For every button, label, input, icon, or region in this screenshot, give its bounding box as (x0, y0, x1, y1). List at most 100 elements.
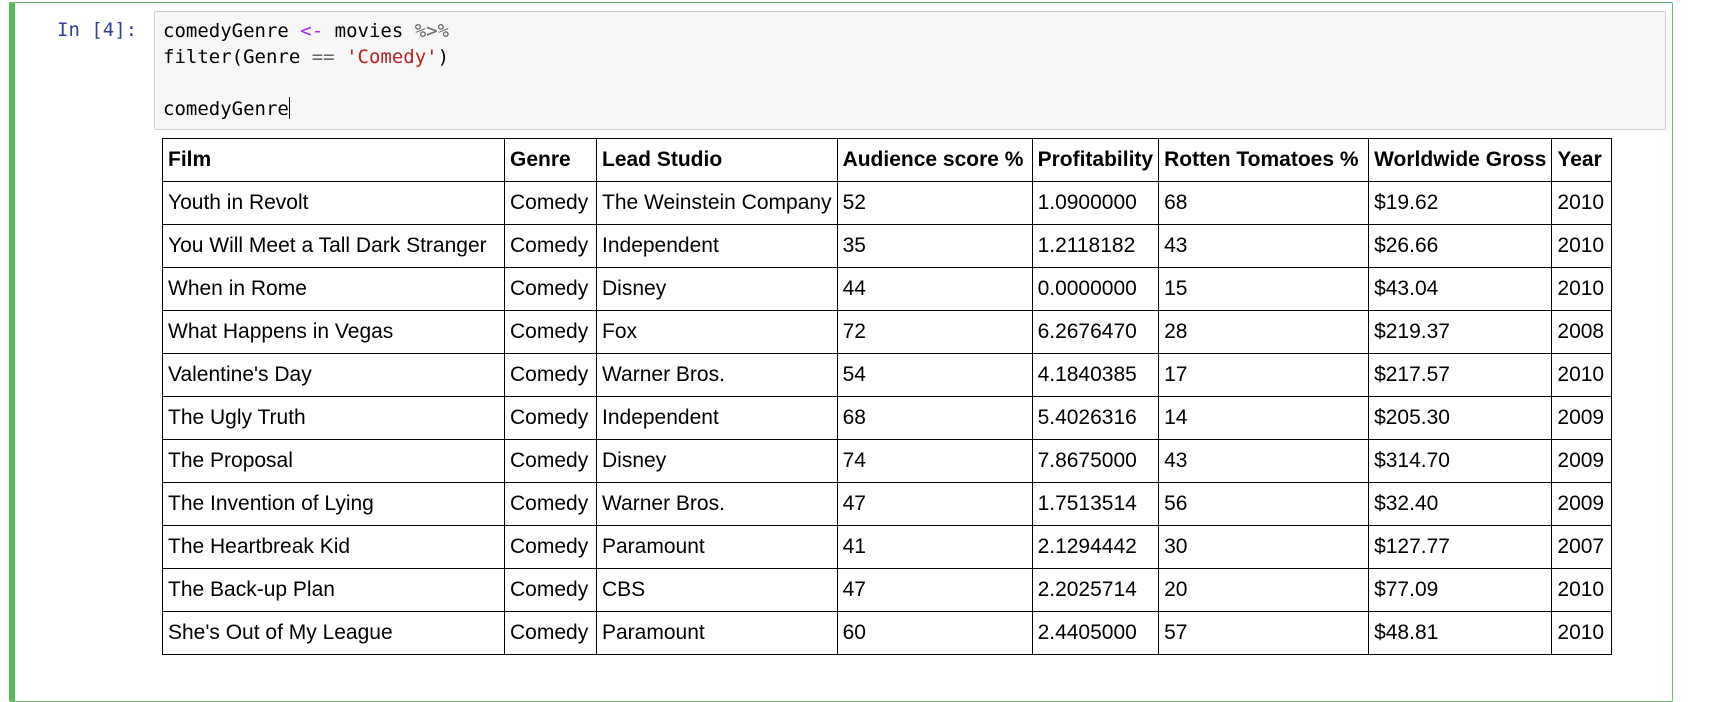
cell-rotten-tomatoes: 43 (1158, 224, 1370, 268)
result-table: Film Genre Lead Studio Audience score % … (162, 138, 1613, 655)
column-header-profitability: Profitability (1031, 138, 1160, 182)
cell-year: 2010 (1551, 568, 1613, 612)
cell-film: When in Rome (162, 267, 505, 311)
input-prompt: In [4]: (57, 19, 138, 41)
cell-profitability: 0.0000000 (1031, 267, 1160, 311)
table-row: Valentine's Day Comedy Warner Bros. 54 4.184… (162, 353, 1613, 397)
code-assign-operator: <- (300, 20, 324, 42)
cell-lead-studio: The Weinstein Company (596, 181, 838, 225)
cell-worldwide-gross: $314.70 (1368, 439, 1553, 483)
cell-profitability: 2.4405000 (1031, 611, 1160, 655)
cell-year: 2010 (1551, 224, 1613, 268)
cell-year: 2008 (1551, 310, 1613, 354)
code-string-literal: 'Comedy' (346, 46, 438, 68)
cell-lead-studio: Paramount (596, 611, 838, 655)
cell-genre: Comedy (504, 310, 597, 354)
cell-profitability: 1.2118182 (1031, 224, 1160, 268)
cell-lead-studio: Warner Bros. (596, 353, 838, 397)
code-pipe-operator: %>% (414, 20, 450, 42)
column-header-audience-score: Audience score % (836, 138, 1033, 182)
cell-worldwide-gross: $205.30 (1368, 396, 1553, 440)
cell-rotten-tomatoes: 68 (1158, 181, 1370, 225)
cell-film: What Happens in Vegas (162, 310, 505, 354)
cell-profitability: 1.0900000 (1031, 181, 1160, 225)
cell-genre: Comedy (504, 181, 597, 225)
cell-audience-score: 60 (836, 611, 1033, 655)
table-body: Youth in Revolt Comedy The Weinstein Compa… (162, 181, 1613, 655)
cell-worldwide-gross: $26.66 (1368, 224, 1553, 268)
cell-film: She's Out of My League (162, 611, 505, 655)
cell-rotten-tomatoes: 28 (1158, 310, 1370, 354)
column-header-lead-studio: Lead Studio (596, 138, 838, 182)
code-eq-operator: == (311, 46, 335, 68)
cell-genre: Comedy (504, 611, 597, 655)
cell-rotten-tomatoes: 57 (1158, 611, 1370, 655)
cell-profitability: 7.8675000 (1031, 439, 1160, 483)
cell-worldwide-gross: $127.77 (1368, 525, 1553, 569)
cell-profitability: 4.1840385 (1031, 353, 1160, 397)
cell-genre: Comedy (504, 568, 597, 612)
cell-audience-score: 68 (836, 396, 1033, 440)
cell-rotten-tomatoes: 20 (1158, 568, 1370, 612)
column-header-genre: Genre (504, 138, 597, 182)
cell-audience-score: 44 (836, 267, 1033, 311)
cell-genre: Comedy (504, 396, 597, 440)
text-cursor (288, 97, 290, 119)
code-object: movies (334, 20, 404, 42)
cell-year: 2009 (1551, 439, 1613, 483)
cell-audience-score: 74 (836, 439, 1033, 483)
column-header-worldwide-gross: Worldwide Gross (1368, 138, 1553, 182)
table-header-row: Film Genre Lead Studio Audience score % … (162, 138, 1613, 182)
table-row: What Happens in Vegas Comedy Fox 72 6.267647… (162, 310, 1613, 354)
cell-worldwide-gross: $32.40 (1368, 482, 1553, 526)
table-row: The Ugly Truth Comedy Independent 68 5.40263… (162, 396, 1613, 440)
cell-worldwide-gross: $48.81 (1368, 611, 1553, 655)
cell-audience-score: 35 (836, 224, 1033, 268)
cell-genre: Comedy (504, 353, 597, 397)
code-editor[interactable]: comedyGenre <- movies %>% filter(Genre =… (154, 11, 1666, 130)
cell-film: The Heartbreak Kid (162, 525, 505, 569)
cell-genre: Comedy (504, 482, 597, 526)
table-row: The Invention of Lying Comedy Warner Bros.… (162, 482, 1613, 526)
cell-output: Film Genre Lead Studio Audience score % … (162, 138, 1613, 655)
cell-audience-score: 52 (836, 181, 1033, 225)
code-text[interactable]: comedyGenre <- movies %>% filter(Genre =… (163, 18, 449, 122)
cell-year: 2010 (1551, 181, 1613, 225)
cell-worldwide-gross: $19.62 (1368, 181, 1553, 225)
cell-film: The Back-up Plan (162, 568, 505, 612)
cell-lead-studio: Paramount (596, 525, 838, 569)
table-row: You Will Meet a Tall Dark Stranger Comedy… (162, 224, 1613, 268)
cell-lead-studio: Disney (596, 439, 838, 483)
cell-profitability: 2.2025714 (1031, 568, 1160, 612)
cell-profitability: 1.7513514 (1031, 482, 1160, 526)
table-row: Youth in Revolt Comedy The Weinstein Compa… (162, 181, 1613, 225)
column-header-year: Year (1551, 138, 1613, 182)
table-row: She's Out of My League Comedy Paramount 60 2… (162, 611, 1613, 655)
cell-lead-studio: Independent (596, 396, 838, 440)
cell-film: You Will Meet a Tall Dark Stranger (162, 224, 505, 268)
cell-genre: Comedy (504, 439, 597, 483)
cell-rotten-tomatoes: 14 (1158, 396, 1370, 440)
cell-year: 2010 (1551, 267, 1613, 311)
table-row: When in Rome Comedy Disney 44 0.0000000 15 $43… (162, 267, 1613, 311)
cell-audience-score: 41 (836, 525, 1033, 569)
code-filter-call: filter(Genre (163, 46, 301, 68)
table-row: The Heartbreak Kid Comedy Paramount 41 2.129… (162, 525, 1613, 569)
cell-film: The Invention of Lying (162, 482, 505, 526)
cell-rotten-tomatoes: 43 (1158, 439, 1370, 483)
cell-worldwide-gross: $219.37 (1368, 310, 1553, 354)
code-output-var: comedyGenre (163, 98, 289, 120)
table-row: The Back-up Plan Comedy CBS 47 2.2025714 20 $7… (162, 568, 1613, 612)
cell-genre: Comedy (504, 525, 597, 569)
cell-rotten-tomatoes: 17 (1158, 353, 1370, 397)
cell-lead-studio: Disney (596, 267, 838, 311)
cell-profitability: 2.1294442 (1031, 525, 1160, 569)
cell-audience-score: 47 (836, 568, 1033, 612)
cell-film: The Proposal (162, 439, 505, 483)
cell-worldwide-gross: $217.57 (1368, 353, 1553, 397)
column-header-film: Film (162, 138, 505, 182)
cell-film: Youth in Revolt (162, 181, 505, 225)
cell-rotten-tomatoes: 15 (1158, 267, 1370, 311)
cell-lead-studio: CBS (596, 568, 838, 612)
cell-year: 2007 (1551, 525, 1613, 569)
